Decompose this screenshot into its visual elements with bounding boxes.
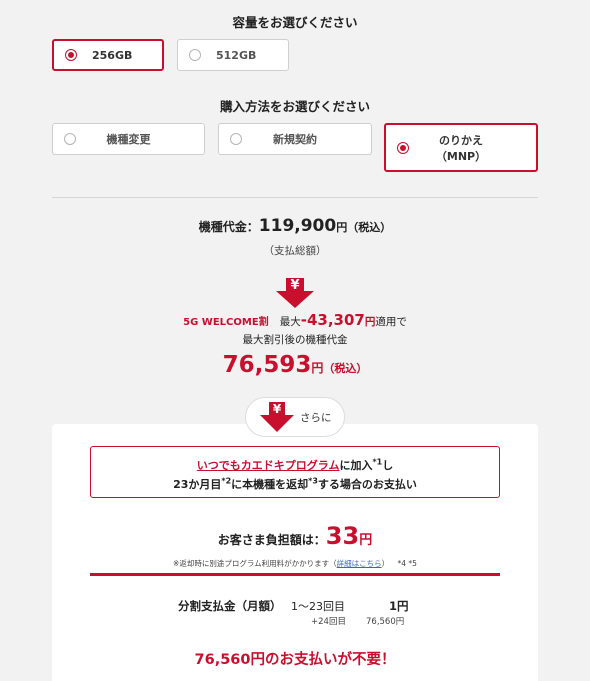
welcome-after-price: 76,593円（税込） bbox=[0, 352, 590, 378]
burden-note: ※返却時に別途プログラム利用料がかかります（詳細はこちら） *4 *5 bbox=[0, 558, 590, 569]
installment-label: 分割支払金（月額） bbox=[178, 599, 282, 613]
program-line1-text: に加入 bbox=[339, 459, 373, 472]
yen-arrow-icon: ¥ bbox=[260, 402, 294, 432]
burden-note-suffix: ） bbox=[381, 559, 390, 568]
installment-period2: +24回目 bbox=[311, 617, 346, 627]
further-label: さらに bbox=[300, 412, 332, 424]
device-price-label: 機種代金： bbox=[198, 220, 259, 234]
purchase-option-label: 機種変更 bbox=[106, 133, 151, 146]
welcome-applied-label: 適用で bbox=[375, 316, 407, 328]
program-link[interactable]: いつでもカエドキプログラム bbox=[197, 459, 340, 472]
footnote-ref: *1 bbox=[372, 457, 383, 467]
device-price-amount: 119,900 bbox=[258, 216, 337, 236]
installment-period1: 1〜23回目 bbox=[291, 600, 345, 613]
installment-amount1: 1円 bbox=[389, 599, 409, 613]
program-line2-a: 23か月目 bbox=[173, 478, 222, 491]
welcome-discount-amount: -43,307 bbox=[300, 311, 365, 329]
radio-unselected-icon bbox=[189, 49, 201, 61]
footnote-ref: *3 bbox=[308, 476, 318, 486]
purchase-option-upgrade[interactable]: 機種変更 bbox=[52, 123, 205, 155]
program-line2-c: する場合のお支払い bbox=[317, 478, 417, 491]
after-price-tax: （税込） bbox=[323, 362, 368, 375]
installment-amount2: 76,560円 bbox=[366, 617, 405, 627]
no-payment-message: 76,560円のお支払いが不要！ bbox=[194, 652, 396, 668]
burden-note-prefix: ※返却時に別途プログラム利用料がかかります（ bbox=[173, 559, 337, 568]
purchase-option-new-contract[interactable]: 新規契約 bbox=[218, 123, 372, 155]
burden-label: お客さま負担額は： bbox=[217, 533, 326, 547]
device-price-note: （支払総額） bbox=[263, 245, 327, 257]
welcome-discount-unit: 円 bbox=[364, 316, 376, 328]
purchase-option-label-line2: （MNP） bbox=[435, 150, 487, 163]
purchase-option-label-line1: のりかえ bbox=[439, 134, 483, 147]
purchase-option-label: 新規契約 bbox=[273, 133, 317, 146]
capacity-option-512gb[interactable]: 512GB bbox=[177, 39, 289, 71]
purchase-option-mnp[interactable]: のりかえ （MNP） bbox=[384, 123, 538, 172]
yen-arrow-icon: ¥ bbox=[276, 278, 314, 308]
device-price-tax: （税込） bbox=[347, 221, 392, 234]
program-line2-b: に本機種を返却 bbox=[231, 478, 309, 491]
welcome-max-label: 最大 bbox=[279, 316, 301, 328]
capacity-option-label: 512GB bbox=[216, 48, 257, 62]
details-link[interactable]: 詳細はこちら bbox=[337, 559, 382, 568]
device-price: 機種代金：119,900円（税込） bbox=[0, 216, 590, 236]
after-price-amount: 76,593 bbox=[222, 352, 312, 378]
red-divider bbox=[90, 573, 500, 576]
burden-amount: 33 bbox=[325, 522, 360, 550]
capacity-option-256gb[interactable]: 256GB bbox=[52, 39, 164, 71]
further-badge: ¥ さらに bbox=[245, 397, 345, 437]
welcome-after-label: 最大割引後の機種代金 bbox=[242, 334, 348, 346]
program-box: いつでもカエドキプログラムに加入*1し 23か月目*2に本機種を返却*3する場合… bbox=[90, 446, 500, 498]
customer-burden: お客さま負担額は：33円 bbox=[0, 522, 590, 550]
purchase-title: 購入方法をお選びください bbox=[219, 99, 370, 114]
footnote-ref: *2 bbox=[221, 476, 232, 486]
capacity-option-label: 256GB bbox=[92, 48, 133, 62]
burden-note-refs: *4 *5 bbox=[397, 559, 417, 568]
yen-symbol: ¥ bbox=[272, 402, 282, 416]
program-line1-end: し bbox=[382, 459, 394, 472]
welcome-discount-line: 5G WELCOME割 最大-43,307円適用で bbox=[0, 310, 590, 329]
radio-selected-icon bbox=[65, 49, 77, 61]
burden-unit: 円 bbox=[359, 533, 373, 548]
welcome-name: 5G WELCOME割 bbox=[183, 317, 269, 328]
section-divider bbox=[52, 197, 538, 198]
yen-symbol: ¥ bbox=[290, 278, 300, 293]
capacity-title: 容量をお選びください bbox=[232, 15, 358, 30]
after-price-unit: 円 bbox=[311, 361, 324, 375]
device-price-unit: 円 bbox=[336, 221, 348, 234]
